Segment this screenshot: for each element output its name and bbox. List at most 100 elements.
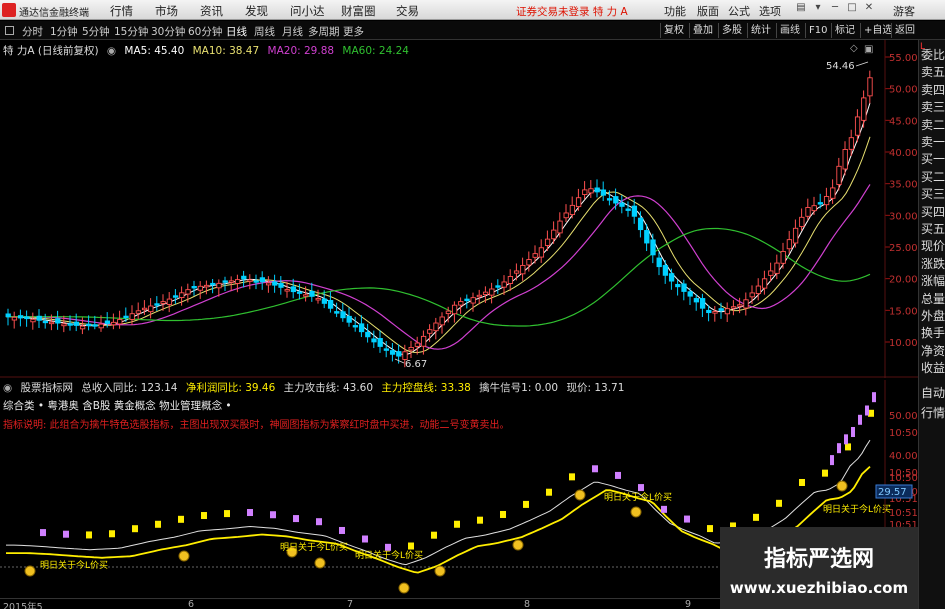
maximize-icon[interactable]: □: [846, 2, 858, 16]
expand-icon[interactable]: ▣: [864, 44, 873, 55]
concept-tags: 综合类 • 粤港奥 含B股 黄金概念 物业管理概念 •: [3, 400, 232, 412]
candle-down: [272, 281, 278, 286]
menu-formula[interactable]: 公式: [728, 3, 750, 19]
multi-stock-button[interactable]: 多股: [718, 23, 745, 38]
candle-down: [606, 198, 613, 201]
sidebar-item[interactable]: 买四: [920, 203, 945, 220]
sidebar-item[interactable]: 总量: [920, 290, 945, 307]
menu-function[interactable]: 功能: [664, 3, 686, 19]
period-monthly[interactable]: 月线: [282, 24, 303, 39]
minimize-icon[interactable]: ─: [829, 2, 841, 16]
period-1min[interactable]: 1分钟: [50, 24, 78, 39]
smiley-icon: [574, 489, 586, 501]
login-status[interactable]: 证券交易未登录 特 力 A: [516, 4, 628, 19]
menu-item-market[interactable]: 行情: [110, 3, 133, 19]
surge-bar: [872, 392, 876, 403]
skin-icon[interactable]: ▤: [795, 2, 807, 16]
signal-mark: [661, 505, 667, 513]
ma10-line: [6, 136, 871, 354]
sub-tick-label: 10:51: [889, 508, 918, 519]
mark-button[interactable]: 标记: [831, 23, 858, 38]
menu-options[interactable]: 选项: [759, 3, 781, 19]
sidebar-item[interactable]: 外盘: [920, 307, 945, 324]
period-60min[interactable]: 60分钟: [188, 24, 222, 39]
sidebar-item[interactable]: 买三: [920, 185, 945, 202]
sidebar-item[interactable]: 买二: [920, 168, 945, 185]
period-5min[interactable]: 5分钟: [82, 24, 110, 39]
period-multi[interactable]: 多周期: [308, 24, 340, 39]
menu-item-discover[interactable]: 发现: [245, 3, 268, 19]
sidebar-item[interactable]: 卖一: [920, 133, 945, 150]
attack-line-value: 主力攻击线: 43.60: [283, 382, 374, 394]
date-label: 8: [524, 599, 531, 609]
candle-up: [569, 204, 576, 216]
period-more[interactable]: 更多: [343, 24, 364, 39]
sidebar-item[interactable]: 委比: [920, 46, 945, 63]
candle-down: [241, 275, 247, 280]
adjust-button[interactable]: 复权: [660, 23, 687, 38]
candle-down: [210, 282, 216, 286]
candle-up: [786, 239, 793, 250]
price-tick-label: 55.00: [889, 53, 918, 64]
sidebar-item[interactable]: 卖四: [920, 81, 945, 98]
sidebar-item[interactable]: 涨幅: [920, 272, 945, 289]
candle-down: [631, 205, 638, 217]
candle-down: [36, 315, 42, 321]
overlay-button[interactable]: 叠加: [689, 23, 716, 38]
close-icon[interactable]: ✕: [863, 2, 875, 16]
period-30min[interactable]: 30分钟: [151, 24, 185, 39]
sidebar-item[interactable]: 买一: [920, 150, 945, 167]
menu-layout[interactable]: 版面: [697, 3, 719, 19]
guest-button[interactable]: 游客: [893, 3, 915, 19]
sidebar-item[interactable]: 行情: [920, 404, 945, 421]
period-15min[interactable]: 15分钟: [114, 24, 148, 39]
sidebar-item[interactable]: 涨跌: [920, 255, 945, 272]
candle-down: [340, 311, 346, 319]
sidebar-item[interactable]: 收益: [920, 359, 945, 376]
current-price-value: 现价: 13.71: [566, 382, 625, 394]
candle-up: [513, 270, 520, 274]
sidebar-item[interactable]: 卖三: [920, 98, 945, 115]
period-daily[interactable]: 日线: [226, 24, 247, 39]
main-kline-chart[interactable]: 55.00 50.00 45.00 40.00 35.00 30.00 25.00 20.00…: [0, 40, 918, 380]
diamond-icon[interactable]: ◇: [850, 43, 858, 54]
candle-up: [61, 323, 67, 327]
sidebar-item[interactable]: 买五: [920, 220, 945, 237]
signal-mark: [339, 526, 345, 534]
f10-button[interactable]: F10: [805, 23, 830, 38]
candle-up: [303, 294, 309, 297]
sidebar-item[interactable]: 换手: [920, 324, 945, 341]
dropdown-icon[interactable]: ▾: [812, 2, 824, 16]
settings-icon[interactable]: ◉: [107, 45, 116, 57]
back-button[interactable]: 返回: [891, 23, 918, 38]
signal-mark: [86, 531, 92, 539]
stats-button[interactable]: 统计: [747, 23, 774, 38]
indicator-settings-icon[interactable]: ◉: [3, 382, 12, 394]
candle-up: [166, 298, 173, 305]
candle-up: [582, 189, 588, 195]
menu-item-ask[interactable]: 问小达: [290, 3, 325, 19]
sidebar-item[interactable]: 卖五: [920, 63, 945, 80]
signal-mark: [569, 473, 575, 481]
signal-mark: [362, 535, 368, 543]
period-intraday[interactable]: 分时: [22, 24, 43, 39]
menu-item-trade[interactable]: 交易: [396, 3, 419, 19]
candle-down: [389, 350, 396, 355]
surge-bar: [865, 405, 869, 416]
sidebar-item[interactable]: 净资: [920, 342, 945, 359]
ma60-line: [6, 227, 871, 327]
menu-item-exchange[interactable]: 市场: [155, 3, 178, 19]
candle-down: [693, 298, 700, 303]
draw-line-button[interactable]: 画线: [776, 23, 803, 38]
menu-item-wealth[interactable]: 财富圈: [341, 3, 376, 19]
candle-up: [526, 259, 532, 266]
layout-toggle-icon[interactable]: [5, 26, 14, 35]
sidebar-item[interactable]: 卖二: [920, 116, 945, 133]
candle-down: [73, 321, 80, 326]
quote-sidebar: L 委比 卖五 卖四 卖三 卖二 卖一 买一 买二 买三 买四 买五 现价 涨跌 涨幅 总量 外盘 换手 净资 收益自…: [918, 40, 945, 609]
period-weekly[interactable]: 周线: [254, 24, 275, 39]
price-tick-label: 35.00: [889, 180, 918, 191]
sidebar-item[interactable]: 自动: [920, 384, 945, 401]
sidebar-item[interactable]: 现价: [920, 237, 945, 254]
menu-item-news[interactable]: 资讯: [200, 3, 223, 19]
